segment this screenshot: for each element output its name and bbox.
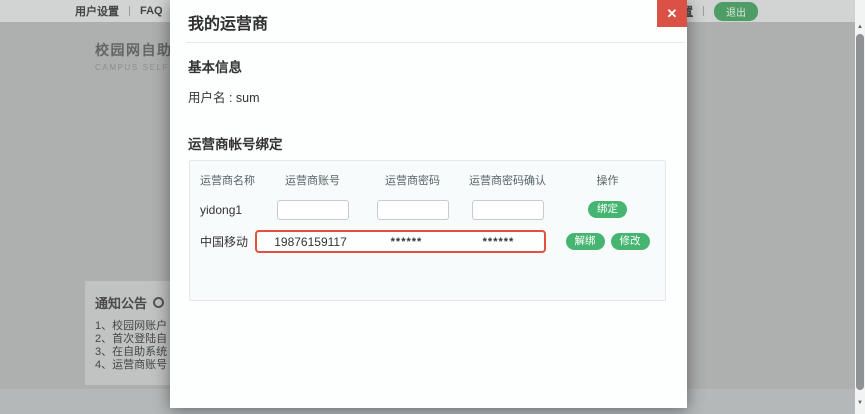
col-operator-name: 运营商名称 xyxy=(200,172,255,188)
nav-divider xyxy=(129,6,130,16)
notice-item: 2、首次登陆自 xyxy=(95,333,167,346)
nav-divider xyxy=(703,6,704,16)
notice-item: 4、运营商账号 xyxy=(95,359,167,372)
operator-name: yidong1 xyxy=(200,203,255,217)
page: 用户设置 FAQ 置 退出 校园网自助服务 CAMPUS SELF-SERVIC… xyxy=(0,0,865,414)
col-operator-account: 运营商账号 xyxy=(255,172,370,188)
title-divider xyxy=(186,42,685,43)
speaker-icon xyxy=(153,297,164,308)
modal-titlebar: 我的运营商 ✕ xyxy=(170,0,687,42)
bind-button[interactable]: 绑定 xyxy=(588,201,627,218)
my-operator-modal: 我的运营商 ✕ 基本信息 用户名 : sum 运营商帐号绑定 运营商名称 运营商… xyxy=(170,0,687,408)
password-masked: ****** xyxy=(364,236,449,248)
highlighted-credentials-box: 19876159117 ****** ****** xyxy=(255,230,546,253)
page-scrollbar[interactable]: ▲ ▼ xyxy=(855,0,865,414)
notice-title-row: 通知公告 xyxy=(95,293,164,312)
password-input[interactable] xyxy=(377,200,449,220)
modal-title: 我的运营商 xyxy=(188,16,268,33)
binding-heading: 运营商帐号绑定 xyxy=(188,133,687,153)
col-actions: 操作 xyxy=(560,172,655,188)
nav-faq[interactable]: FAQ xyxy=(140,5,163,17)
col-operator-password: 运营商密码 xyxy=(370,172,455,188)
scrollbar-thumb[interactable] xyxy=(856,34,864,390)
col-operator-password-confirm: 运营商密码确认 xyxy=(455,172,560,188)
navbar-right: 置 退出 xyxy=(682,0,758,22)
binding-table-panel: 运营商名称 运营商账号 运营商密码 运营商密码确认 操作 yidong1 绑定 … xyxy=(189,160,666,301)
scroll-up-icon[interactable]: ▲ xyxy=(855,22,865,32)
modify-button[interactable]: 修改 xyxy=(611,233,650,250)
nav-user-settings[interactable]: 用户设置 xyxy=(75,3,119,19)
password-confirm-input[interactable] xyxy=(472,200,544,220)
notice-list: 1、校园网账户 2、首次登陆自 3、在自助系统 4、运营商账号 xyxy=(95,320,167,372)
notice-item: 3、在自助系统 xyxy=(95,346,167,359)
table-row: yidong1 绑定 xyxy=(200,196,655,223)
notice-title: 通知公告 xyxy=(95,293,147,312)
unbind-button[interactable]: 解绑 xyxy=(566,233,605,250)
account-value: 19876159117 xyxy=(257,235,364,249)
table-header-row: 运营商名称 运营商账号 运营商密码 运营商密码确认 操作 xyxy=(200,171,655,189)
operator-name: 中国移动 xyxy=(200,233,255,250)
table-row: 中国移动 19876159117 ****** ****** 解绑 修改 xyxy=(200,228,655,255)
basic-info-heading: 基本信息 xyxy=(188,56,687,76)
account-input[interactable] xyxy=(277,200,349,220)
notice-item: 1、校园网账户 xyxy=(95,320,167,333)
username-line: 用户名 : sum xyxy=(188,87,687,106)
password-confirm-masked: ****** xyxy=(449,236,548,248)
logout-button[interactable]: 退出 xyxy=(714,2,758,21)
close-icon[interactable]: ✕ xyxy=(657,0,687,27)
navbar-left: 用户设置 FAQ xyxy=(75,0,163,22)
scroll-down-icon[interactable]: ▼ xyxy=(855,398,865,408)
